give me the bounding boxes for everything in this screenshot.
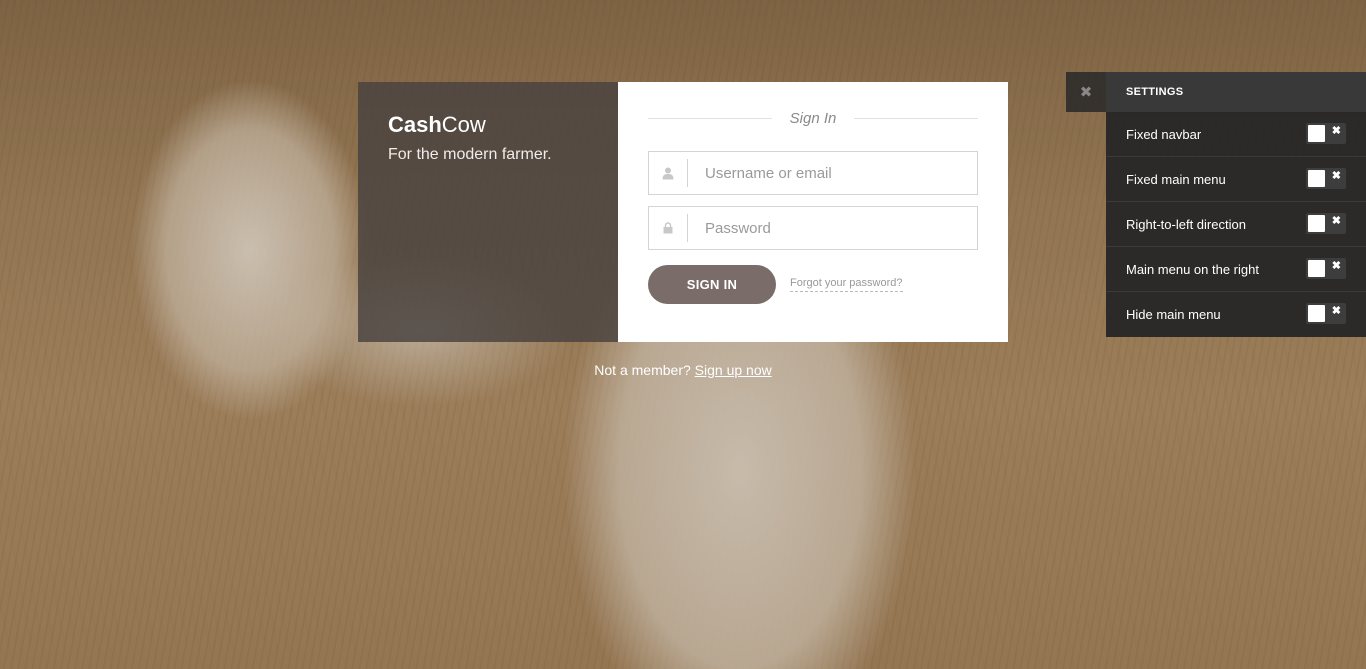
heading-divider-right xyxy=(854,118,979,119)
signin-form: Sign In SIGN IN Forgot you xyxy=(618,82,1008,342)
form-actions: SIGN IN Forgot your password? xyxy=(648,265,978,304)
signin-heading: Sign In xyxy=(648,110,979,127)
toggle-fixed-navbar[interactable]: ✖ xyxy=(1306,123,1346,144)
toggle-knob xyxy=(1308,260,1325,277)
toggle-hide-main-menu[interactable]: ✖ xyxy=(1306,303,1346,324)
username-field xyxy=(648,151,978,195)
setting-fixed-navbar: Fixed navbar ✖ xyxy=(1106,112,1366,157)
close-icon: ✖ xyxy=(1079,84,1093,101)
password-input[interactable] xyxy=(688,218,977,238)
signin-heading-text: Sign In xyxy=(789,110,837,127)
signup-line: Not a member? Sign up now xyxy=(358,362,1008,378)
setting-hide-main-menu: Hide main menu ✖ xyxy=(1106,292,1366,337)
setting-rtl-direction: Right-to-left direction ✖ xyxy=(1106,202,1366,247)
setting-label: Right-to-left direction xyxy=(1126,216,1246,232)
toggle-fixed-main-menu[interactable]: ✖ xyxy=(1306,168,1346,189)
settings-close-button[interactable]: ✖ xyxy=(1066,72,1106,112)
signup-prompt: Not a member? xyxy=(594,362,691,378)
brand-tagline: For the modern farmer. xyxy=(388,146,552,163)
lock-icon xyxy=(649,214,688,242)
toggle-off-icon: ✖ xyxy=(1331,215,1341,227)
toggle-knob xyxy=(1308,305,1325,322)
toggle-knob xyxy=(1308,215,1325,232)
setting-main-menu-right: Main menu on the right ✖ xyxy=(1106,247,1366,292)
setting-label: Main menu on the right xyxy=(1126,261,1259,277)
setting-fixed-main-menu: Fixed main menu ✖ xyxy=(1106,157,1366,202)
username-input[interactable] xyxy=(688,163,977,183)
forgot-password-link[interactable]: Forgot your password? xyxy=(790,277,903,292)
login-card: CashCow For the modern farmer. Sign In U… xyxy=(358,82,1008,342)
settings-panel: SETTINGS Fixed navbar ✖ Fixed main menu … xyxy=(1106,72,1366,337)
heading-divider-left xyxy=(648,118,772,119)
settings-title: SETTINGS xyxy=(1106,72,1366,112)
signin-button[interactable]: SIGN IN xyxy=(648,265,776,304)
toggle-off-icon: ✖ xyxy=(1331,170,1341,182)
setting-label: Hide main menu xyxy=(1126,307,1221,322)
user-icon xyxy=(649,159,688,187)
toggle-rtl-direction[interactable]: ✖ xyxy=(1306,213,1346,234)
brand-name-bold: Cash xyxy=(388,112,442,137)
password-field xyxy=(648,206,978,250)
setting-label: Fixed navbar xyxy=(1126,126,1202,142)
toggle-knob xyxy=(1308,170,1325,187)
toggle-off-icon: ✖ xyxy=(1331,125,1341,137)
toggle-main-menu-right[interactable]: ✖ xyxy=(1306,258,1346,279)
toggle-off-icon: ✖ xyxy=(1331,305,1341,317)
brand-name: CashCow xyxy=(388,112,588,138)
brand-panel: CashCow For the modern farmer. xyxy=(358,82,618,342)
setting-label: Fixed main menu xyxy=(1126,171,1226,187)
toggle-knob xyxy=(1308,125,1325,142)
toggle-off-icon: ✖ xyxy=(1331,260,1341,272)
brand-name-regular: Cow xyxy=(441,112,486,137)
signup-link[interactable]: Sign up now xyxy=(695,362,772,378)
